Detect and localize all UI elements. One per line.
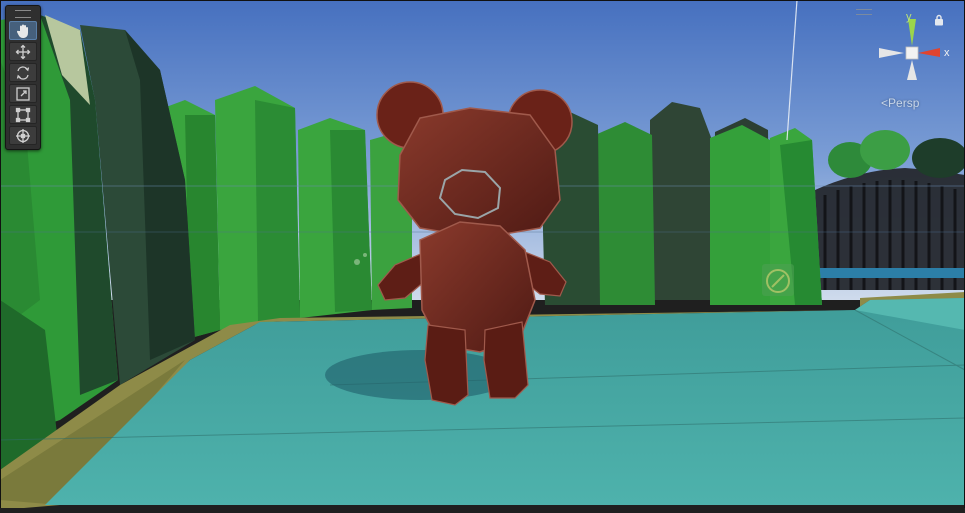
gizmo-x-label: x (944, 47, 950, 59)
gizmo-neg-y-cone (907, 60, 917, 80)
rotate-icon (16, 65, 30, 80)
rect-tool-button[interactable] (9, 105, 37, 124)
transform-icon (16, 128, 30, 143)
scale-tool-button[interactable] (9, 84, 37, 103)
scene-tools-overlay[interactable] (5, 5, 41, 150)
scene-view-viewport[interactable]: y x <Persp (0, 0, 965, 513)
projection-label: Persp (888, 96, 920, 110)
move-arrows-icon (15, 44, 31, 59)
toolbar-grip[interactable] (15, 10, 31, 18)
transform-tool-button[interactable] (9, 126, 37, 145)
rotate-tool-button[interactable] (9, 63, 37, 82)
gizmo-center-cube (905, 46, 919, 60)
gizmo-y-label: y (906, 11, 912, 23)
projection-toggle[interactable]: <Persp (881, 96, 919, 110)
move-tool-button[interactable] (9, 42, 37, 61)
gizmo-neg-x-cone (879, 48, 904, 58)
perspective-chevron-icon: < (881, 96, 889, 110)
scale-icon (16, 86, 30, 101)
hand-tool-button[interactable] (9, 21, 37, 40)
light-gizmo-icon[interactable] (762, 264, 794, 296)
orientation-gizmo[interactable]: y x (870, 10, 960, 100)
rect-transform-icon (15, 107, 31, 122)
gizmo-y-cone (908, 19, 916, 46)
gizmo-x-cone (918, 48, 940, 57)
scene-render[interactable] (0, 0, 965, 513)
hand-icon (16, 24, 28, 38)
